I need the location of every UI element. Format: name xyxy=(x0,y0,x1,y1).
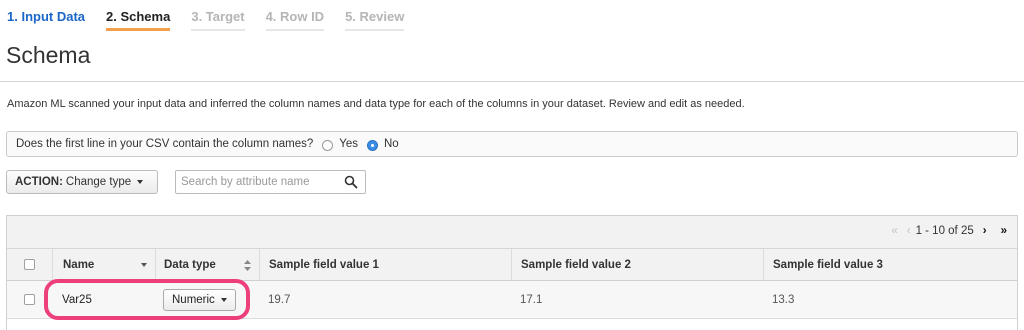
column-header-sample-1: Sample field value 1 xyxy=(259,249,511,280)
page-range: 1 - 10 of 25 xyxy=(915,225,974,237)
radio-no[interactable] xyxy=(367,139,378,151)
step-input-data[interactable]: 1. Input Data xyxy=(7,9,85,31)
title-divider xyxy=(0,81,1024,82)
search-box xyxy=(175,170,366,194)
pagination-bar: « ‹ 1 - 10 of 25 › » xyxy=(7,216,1017,249)
pagination: « ‹ 1 - 10 of 25 › » xyxy=(882,225,1007,237)
search-icon[interactable] xyxy=(344,175,358,189)
step-target: 3. Target xyxy=(191,9,245,31)
header-question: Does the first line in your CSV contain … xyxy=(6,131,1018,157)
action-label: Change type xyxy=(65,176,132,188)
next-page-button[interactable]: › xyxy=(983,225,987,237)
step-review: 5. Review xyxy=(345,9,405,31)
step-row-id: 4. Row ID xyxy=(265,9,325,31)
chevron-down-icon xyxy=(137,180,144,184)
radio-yes[interactable] xyxy=(322,139,334,151)
sort-desc-icon xyxy=(141,263,147,267)
column-header-sample-2: Sample field value 2 xyxy=(511,249,763,280)
action-dropdown-button[interactable]: ACTION: Change type xyxy=(6,170,158,194)
table-row xyxy=(7,319,1017,330)
table-header: Name Data type Sample field value 1 Samp… xyxy=(7,249,1017,281)
column-header-name[interactable]: Name xyxy=(52,249,155,280)
page-title: Schema xyxy=(6,42,91,68)
sample-value-2: 17.1 xyxy=(520,293,543,306)
wizard-steps: 1. Input Data 2. Schema 3. Target 4. Row… xyxy=(7,9,425,31)
last-page-button[interactable]: » xyxy=(1001,225,1007,237)
search-input[interactable] xyxy=(176,171,336,193)
sample-value-1: 19.7 xyxy=(268,293,291,306)
sample-value-3: 13.3 xyxy=(772,293,795,306)
first-page-button[interactable]: « xyxy=(891,225,897,237)
schema-table: « ‹ 1 - 10 of 25 › » Name Data type Samp… xyxy=(6,215,1018,330)
question-text: Does the first line in your CSV contain … xyxy=(16,138,314,150)
radio-yes-label[interactable]: Yes xyxy=(339,138,358,150)
page-description: Amazon ML scanned your input data and in… xyxy=(7,98,745,110)
chevron-down-icon xyxy=(220,297,227,302)
data-type-select[interactable]: Numeric xyxy=(163,288,236,311)
table-row: Var25 Numeric 19.7 17.1 13.3 xyxy=(7,281,1017,319)
column-header-data-type[interactable]: Data type xyxy=(155,249,259,280)
row-checkbox[interactable] xyxy=(24,294,35,305)
sort-icon xyxy=(244,260,251,271)
action-prefix: ACTION: xyxy=(15,176,63,188)
step-schema[interactable]: 2. Schema xyxy=(106,9,171,31)
attribute-name: Var25 xyxy=(62,293,92,306)
column-header-sample-3: Sample field value 3 xyxy=(763,249,1017,280)
radio-no-label[interactable]: No xyxy=(384,138,399,150)
prev-page-button[interactable]: ‹ xyxy=(907,225,911,237)
select-all-checkbox[interactable] xyxy=(24,259,35,270)
